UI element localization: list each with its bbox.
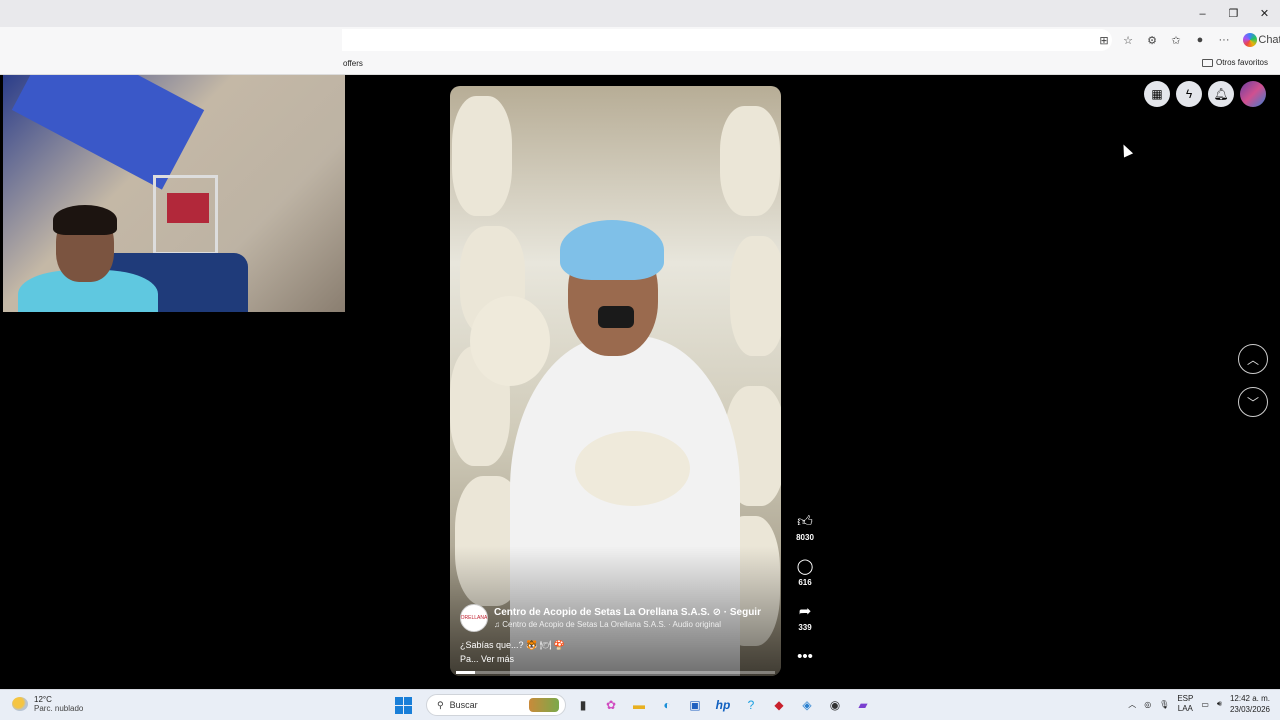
- more-icon[interactable]: ···: [1215, 31, 1233, 49]
- mcafee-icon[interactable]: ◆: [768, 694, 790, 716]
- taskbar-search[interactable]: ⚲ Buscar: [426, 694, 566, 716]
- copilot-app-icon[interactable]: ✿: [600, 694, 622, 716]
- search-highlight-icon: [529, 698, 559, 712]
- obs-icon[interactable]: ◉: [824, 694, 846, 716]
- profile-icon[interactable]: ●: [1191, 31, 1209, 49]
- favorite-offers[interactable]: offers: [343, 59, 363, 68]
- reel-video[interactable]: ORELLANA Centro de Acopio de Setas La Or…: [450, 86, 781, 676]
- audio-label[interactable]: ♫ Centro de Acopio de Setas La Orellana …: [494, 620, 761, 629]
- network-app-icon[interactable]: ◈: [796, 694, 818, 716]
- monitor-icon[interactable]: ▭: [1201, 700, 1209, 709]
- url-input[interactable]: [342, 29, 1112, 51]
- previous-reel-icon[interactable]: ︿: [1238, 344, 1268, 374]
- other-favorites-label: Otros favoritos: [1215, 58, 1268, 67]
- webcam-overlay: [3, 75, 345, 312]
- chat-label: Chat: [1258, 34, 1280, 46]
- share-icon: ➦: [798, 603, 812, 620]
- like-count: 8030: [796, 533, 814, 542]
- thumbs-up-icon: 👍︎: [797, 513, 813, 530]
- task-view-icon[interactable]: ▮: [572, 694, 594, 716]
- video-progress-bar[interactable]: [456, 671, 775, 674]
- page-name-link[interactable]: Centro de Acopio de Setas La Orellana S.…: [494, 607, 710, 618]
- minimize-icon[interactable]: –: [1187, 0, 1218, 27]
- browser-titlebar: – ❐ ✕: [0, 0, 1280, 27]
- menu-grid-icon[interactable]: ▦: [1144, 81, 1170, 107]
- facebook-top-nav: ▦ ϟ 🔔︎: [1144, 81, 1266, 107]
- store-icon[interactable]: ▣: [684, 694, 706, 716]
- weather-icon: [12, 697, 28, 711]
- notifications-icon[interactable]: 🔔︎: [1208, 81, 1234, 107]
- reel-info: ORELLANA Centro de Acopio de Setas La Or…: [460, 604, 775, 664]
- more-dots-icon: •••: [797, 648, 813, 665]
- window-controls: – ❐ ✕: [1187, 0, 1280, 27]
- caption-line-1: ¿Sabías que...? 🐯 🍽 🍄: [460, 640, 565, 650]
- page-avatar[interactable]: ORELLANA: [460, 604, 488, 632]
- windows-taskbar: 12°C Parc. nublado ⚲ Buscar ▮ ✿ ▬ ◐ ▣ hp…: [0, 689, 1280, 720]
- restore-icon[interactable]: ❐: [1218, 0, 1249, 27]
- favorites-icon[interactable]: ✩: [1167, 31, 1185, 49]
- clock-date: 23/03/2026: [1229, 705, 1270, 714]
- more-options-button[interactable]: •••: [790, 647, 820, 667]
- microphone-icon[interactable]: 🎙︎: [1159, 700, 1169, 709]
- search-placeholder: Buscar: [449, 700, 478, 710]
- comment-button[interactable]: ◯ 616: [790, 557, 820, 587]
- close-icon[interactable]: ✕: [1249, 0, 1280, 27]
- favorites-bar: offers Otros favoritos: [0, 53, 1280, 75]
- video-progress-fill: [456, 671, 476, 674]
- clock[interactable]: 12:42 a. m. 23/03/2026: [1230, 693, 1270, 715]
- windows-start-icon[interactable]: [395, 696, 412, 714]
- copilot-chat-button[interactable]: Chat: [1243, 31, 1280, 49]
- address-bar: ⊞ ☆ ⚙ ✩ ● ··· Chat: [0, 27, 1280, 53]
- share-button[interactable]: ➦ 339: [790, 602, 820, 632]
- clipchamp-icon[interactable]: ▰: [852, 694, 874, 716]
- verified-icon: ⊘: [712, 607, 721, 618]
- toolbar-icons: ⊞ ☆ ⚙ ✩ ● ··· Chat: [1095, 31, 1280, 49]
- support-icon[interactable]: ?: [740, 694, 762, 716]
- apps-icon[interactable]: ⊞: [1095, 31, 1113, 49]
- next-reel-icon[interactable]: ﹀: [1238, 387, 1268, 417]
- search-icon: ⚲: [437, 699, 444, 710]
- temperature: 12°C: [34, 695, 52, 704]
- weather-description: Parc. nublado: [34, 704, 84, 713]
- volume-icon[interactable]: 🔊︎: [1217, 699, 1222, 709]
- profile-avatar[interactable]: [1240, 81, 1266, 107]
- comment-count: 616: [798, 578, 812, 587]
- chevron-up-icon[interactable]: ︿: [1128, 699, 1136, 710]
- reel-navigation: ︿ ﹀: [1238, 344, 1268, 430]
- extensions-icon[interactable]: ⚙: [1143, 31, 1161, 49]
- other-favorites[interactable]: Otros favoritos: [1201, 58, 1268, 67]
- comment-icon: ◯: [796, 558, 814, 575]
- clock-time: 12:42 a. m.: [1229, 694, 1270, 703]
- edge-icon[interactable]: ◐: [656, 694, 678, 716]
- copilot-icon: [1243, 33, 1257, 47]
- share-count: 339: [798, 623, 812, 632]
- file-explorer-icon[interactable]: ▬: [628, 694, 650, 716]
- star-icon[interactable]: ☆: [1119, 31, 1137, 49]
- weather-widget[interactable]: 12°C Parc. nublado: [12, 695, 83, 713]
- see-more-link[interactable]: Pa... Ver más: [460, 654, 775, 664]
- hp-icon[interactable]: hp: [712, 694, 734, 716]
- system-tray: ︿ ◎ 🎙︎ ESP LAA ▭ 🔊︎ 12:42 a. m. 23/03/20…: [1128, 693, 1270, 715]
- taskbar-apps: ⚲ Buscar ▮ ✿ ▬ ◐ ▣ hp ? ◆ ◈ ◉ ▰: [395, 694, 874, 716]
- like-button[interactable]: 👍︎ 8030: [790, 512, 820, 542]
- network-icon[interactable]: ◎: [1144, 700, 1151, 709]
- follow-link[interactable]: · Seguir: [724, 607, 761, 618]
- messenger-icon[interactable]: ϟ: [1176, 81, 1202, 107]
- folder-icon: [1201, 58, 1213, 67]
- reel-actions: 👍︎ 8030 ◯ 616 ➦ 339 •••: [790, 512, 820, 682]
- language-indicator[interactable]: ESP LAA: [1177, 694, 1193, 714]
